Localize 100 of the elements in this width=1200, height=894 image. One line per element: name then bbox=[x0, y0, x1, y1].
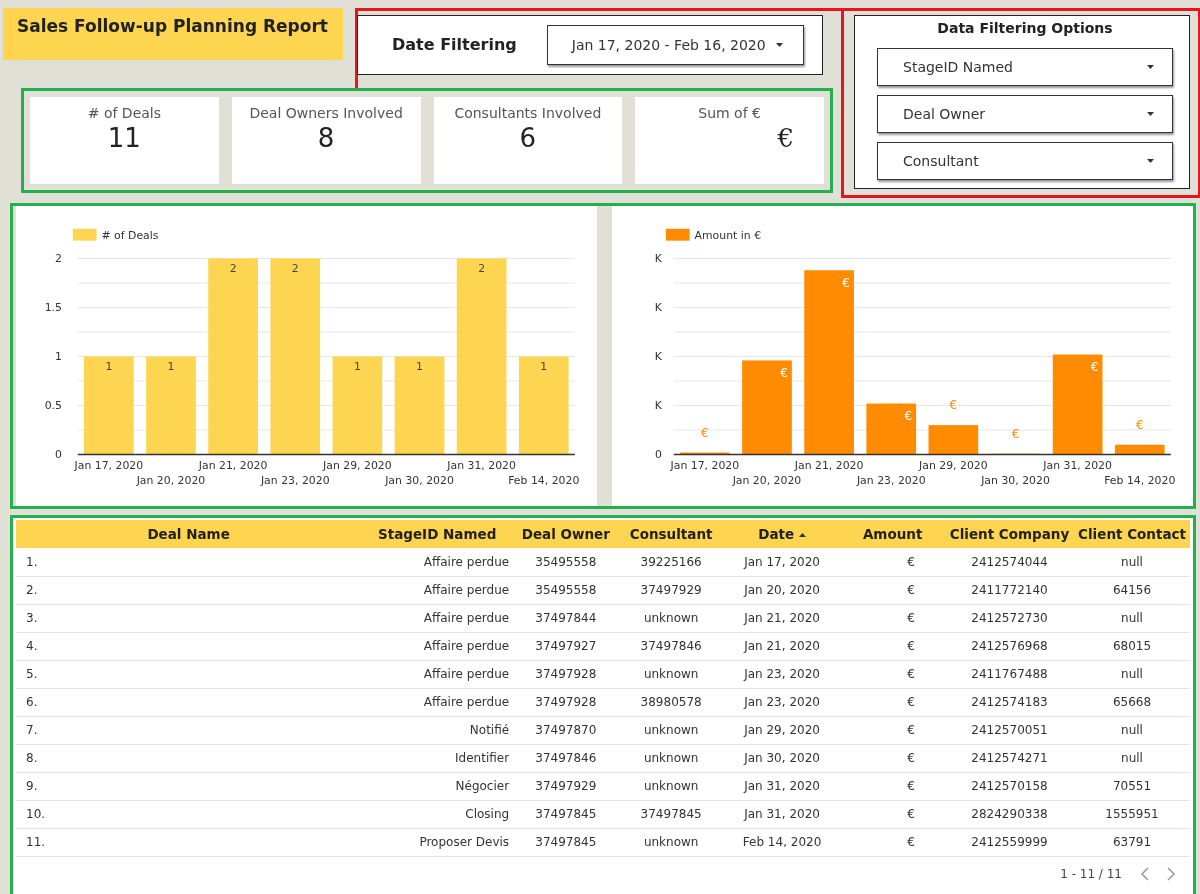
table-cell: 37497846 bbox=[618, 632, 724, 661]
axis-tick-label: Feb 14, 2020 bbox=[1104, 474, 1176, 488]
axis-tick-label: Jan 20, 2020 bbox=[136, 474, 206, 488]
date-filter-label: Date Filtering bbox=[392, 34, 517, 56]
column-header[interactable]: Deal Name bbox=[16, 520, 362, 549]
axis-tick-label: 0.5 bbox=[44, 399, 62, 413]
table-cell: 37497928 bbox=[513, 660, 619, 689]
table-cell: 39225166 bbox=[618, 548, 724, 577]
row-number: 8. bbox=[26, 751, 38, 766]
axis-tick-label: 1.5 bbox=[44, 301, 62, 315]
table-cell: 35495558 bbox=[513, 576, 619, 605]
bar bbox=[928, 425, 979, 455]
data-label: € bbox=[701, 425, 709, 440]
row-number: 9. bbox=[26, 779, 38, 794]
row-number: 11. bbox=[26, 835, 46, 850]
table-cell: € bbox=[840, 688, 945, 717]
table-cell: Jan 21, 2020 bbox=[723, 604, 841, 633]
table-cell: Jan 21, 2020 bbox=[723, 632, 841, 661]
caret-icon bbox=[1147, 112, 1154, 116]
data-label: 1 bbox=[416, 360, 423, 374]
table-cell: 37497927 bbox=[513, 632, 619, 661]
filter-dropdown[interactable]: Deal Owner bbox=[877, 95, 1173, 133]
row-number: 3. bbox=[26, 611, 38, 626]
kpi-value: 11 bbox=[106, 124, 142, 153]
filter-dropdown[interactable]: Consultant bbox=[877, 142, 1173, 180]
kpi-label: Sum of € bbox=[697, 104, 762, 123]
table-cell: 63791 bbox=[1074, 828, 1190, 857]
previous-page-button[interactable] bbox=[1140, 866, 1149, 881]
kpi-label: Consultants Involved bbox=[453, 104, 603, 123]
report-title: Sales Follow-up Planning Report bbox=[3, 8, 343, 60]
axis-tick-label: Jan 21, 2020 bbox=[794, 459, 864, 473]
axis-tick-label: 0 bbox=[55, 448, 62, 462]
table-cell: null bbox=[1074, 604, 1190, 633]
table-cell: Affaire perdue bbox=[361, 660, 514, 689]
table-cell: Jan 23, 2020 bbox=[723, 688, 841, 717]
data-label: 1 bbox=[540, 360, 548, 374]
axis-tick-label: Jan 17, 2020 bbox=[670, 459, 740, 473]
data-label: 1 bbox=[105, 360, 113, 374]
axis-tick-label: K bbox=[654, 252, 662, 266]
table-cell: € bbox=[840, 772, 945, 801]
table-cell: € bbox=[840, 660, 945, 689]
table-cell: 2412570051 bbox=[944, 716, 1075, 745]
axis-tick-label: K bbox=[654, 350, 662, 364]
date-range-dropdown[interactable]: Jan 17, 2020 - Feb 16, 2020 bbox=[546, 25, 804, 65]
column-header[interactable]: Consultant bbox=[618, 520, 724, 549]
data-label: 1 bbox=[353, 360, 361, 374]
table-cell: € bbox=[840, 800, 945, 829]
table-cell: 1555951 bbox=[1074, 800, 1190, 829]
row-number: 2. bbox=[26, 583, 38, 598]
table-cell: unknown bbox=[618, 716, 724, 745]
table-cell: null bbox=[1074, 660, 1190, 689]
column-header[interactable]: Amount bbox=[840, 520, 945, 549]
table-cell: Jan 20, 2020 bbox=[723, 576, 841, 605]
row-number: 5. bbox=[26, 667, 38, 682]
table-cell: null bbox=[1074, 744, 1190, 773]
table-cell: 37497928 bbox=[513, 688, 619, 717]
table-cell: 64156 bbox=[1074, 576, 1190, 605]
column-header[interactable]: Client Contact bbox=[1074, 520, 1190, 549]
table-cell: 37497844 bbox=[513, 604, 619, 633]
data-label: € bbox=[842, 276, 850, 291]
kpi-value: € bbox=[776, 124, 795, 153]
axis-tick-label: K bbox=[654, 301, 662, 315]
table-cell: unknown bbox=[618, 744, 724, 773]
table-cell: 37497845 bbox=[513, 800, 619, 829]
caret-icon bbox=[776, 43, 783, 47]
table-cell: Affaire perdue bbox=[361, 688, 514, 717]
table-cell: 37497845 bbox=[618, 800, 724, 829]
table-cell: 2412574044 bbox=[944, 548, 1075, 577]
table-cell: 2412570158 bbox=[944, 772, 1075, 801]
kpi-label: # of Deals bbox=[86, 104, 162, 123]
table-cell: € bbox=[840, 744, 945, 773]
table-cell: 37497846 bbox=[513, 744, 619, 773]
table-cell: Identifier bbox=[361, 744, 514, 773]
column-header[interactable]: Client Company bbox=[944, 520, 1075, 549]
table-cell: € bbox=[840, 604, 945, 633]
table-cell: Jan 29, 2020 bbox=[723, 716, 841, 745]
axis-tick-label: Jan 29, 2020 bbox=[323, 459, 392, 473]
axis-tick-label: Jan 21, 2020 bbox=[198, 459, 268, 473]
next-page-button[interactable] bbox=[1167, 866, 1176, 881]
column-header[interactable]: Date bbox=[723, 520, 841, 549]
data-label: 1 bbox=[167, 360, 175, 374]
column-header[interactable]: StageID Named bbox=[361, 520, 514, 549]
table-cell: Feb 14, 2020 bbox=[723, 828, 841, 857]
legend-swatch bbox=[665, 228, 690, 241]
table-cell: 65668 bbox=[1074, 688, 1190, 717]
table-cell: 2412574271 bbox=[944, 744, 1075, 773]
data-label: € bbox=[780, 366, 788, 381]
row-number: 7. bbox=[26, 723, 38, 738]
table-cell: Jan 23, 2020 bbox=[723, 660, 841, 689]
table-cell: Jan 31, 2020 bbox=[723, 800, 841, 829]
table-cell: 35495558 bbox=[513, 548, 619, 577]
bar bbox=[866, 403, 917, 455]
table-cell: 68015 bbox=[1074, 632, 1190, 661]
data-label: 2 bbox=[291, 262, 299, 276]
axis-tick-label: 0 bbox=[655, 448, 662, 462]
filter-dropdown[interactable]: StageID Named bbox=[877, 48, 1173, 86]
table-cell: 2411767488 bbox=[944, 660, 1075, 689]
axis-tick-label: Jan 30, 2020 bbox=[385, 474, 454, 488]
column-header[interactable]: Deal Owner bbox=[513, 520, 619, 549]
table-cell: Closing bbox=[361, 800, 514, 829]
